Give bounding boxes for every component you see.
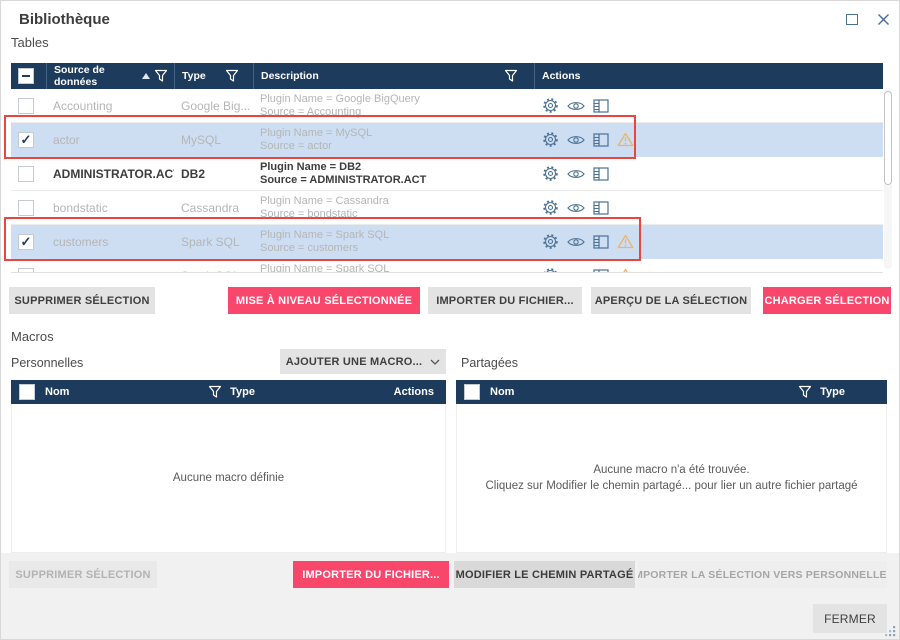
view-data-icon[interactable] xyxy=(593,200,609,215)
warning-triangle-icon xyxy=(617,234,634,249)
row-checkbox[interactable] xyxy=(18,267,34,272)
filter-funnel-icon[interactable] xyxy=(154,69,168,83)
table-header-row: Source de données Type Description Actio… xyxy=(11,63,883,89)
personal-macros-label: Personnelles xyxy=(11,356,84,370)
scrollbar-thumb[interactable] xyxy=(884,91,892,185)
preview-selection-button[interactable]: APERÇU DE LA SÉLECTION xyxy=(591,287,751,314)
tables-section-label: Tables xyxy=(11,35,49,50)
column-header-actions: Actions xyxy=(534,63,883,89)
close-button[interactable] xyxy=(872,10,894,28)
row-checkbox[interactable] xyxy=(18,233,34,250)
shared-macros-label: Partagées xyxy=(461,356,518,370)
preview-eye-icon[interactable] xyxy=(567,202,585,214)
table-row[interactable]: actor MySQL Plugin Name = MySQL Source =… xyxy=(11,123,883,157)
table-scrollbar[interactable] xyxy=(884,89,892,269)
select-all-checkbox[interactable] xyxy=(18,68,34,84)
column-header-source[interactable]: Source de données xyxy=(46,63,174,89)
maximize-icon xyxy=(846,13,858,25)
upgrade-selected-button[interactable]: MISE À NIVEAU SÉLECTIONNÉE xyxy=(228,287,420,314)
filter-funnel-icon[interactable] xyxy=(208,385,222,399)
personal-macros-empty-text: Aucune macro définie xyxy=(172,472,285,484)
sort-asc-icon[interactable] xyxy=(142,73,150,79)
table-row[interactable]: bondstatic Cassandra Plugin Name = Cassa… xyxy=(11,191,883,225)
page-title: Bibliothèque xyxy=(19,11,110,28)
personal-macros-body: Aucune macro définie xyxy=(11,404,446,553)
column-header-description[interactable]: Description xyxy=(253,63,534,89)
table-row[interactable]: customers Spark SQL Plugin Name = Spark … xyxy=(11,259,883,274)
shared-macros-empty-text: Aucune macro n'a été trouvée. Cliquez su… xyxy=(485,464,858,492)
settings-gear-icon[interactable] xyxy=(542,233,559,250)
filter-funnel-icon[interactable] xyxy=(504,69,518,83)
select-all-checkbox[interactable] xyxy=(19,384,35,400)
import-macro-file-button[interactable]: IMPORTER DU FICHIER... xyxy=(293,561,449,588)
chevron-down-icon xyxy=(430,359,440,365)
view-data-icon[interactable] xyxy=(593,132,609,147)
delete-macro-selection-button[interactable]: SUPPRIMER SÉLECTION xyxy=(9,561,157,588)
import-from-file-button[interactable]: IMPORTER DU FICHIER... xyxy=(428,287,582,314)
preview-eye-icon[interactable] xyxy=(567,168,585,180)
row-checkbox[interactable] xyxy=(18,131,34,148)
select-all-checkbox[interactable] xyxy=(464,384,480,400)
library-dialog: Bibliothèque Tables Source de données Ty… xyxy=(0,0,900,640)
view-data-icon[interactable] xyxy=(593,234,609,249)
warning-triangle-icon xyxy=(623,268,628,272)
column-header-type[interactable]: Type xyxy=(174,63,253,89)
preview-eye-icon[interactable] xyxy=(567,134,585,146)
preview-eye-icon[interactable] xyxy=(567,236,585,248)
macros-section-label: Macros xyxy=(11,329,54,344)
shared-macros-header: Nom Type xyxy=(456,380,887,404)
edit-shared-path-button[interactable]: MODIFIER LE CHEMIN PARTAGÉ xyxy=(454,561,635,588)
data-sources-table: Source de données Type Description Actio… xyxy=(11,63,883,273)
close-dialog-button[interactable]: FERMER xyxy=(813,604,887,633)
view-data-icon[interactable] xyxy=(593,166,609,181)
add-macro-button[interactable]: AJOUTER UNE MACRO... xyxy=(280,349,446,374)
settings-gear-icon[interactable] xyxy=(542,267,559,273)
maximize-button[interactable] xyxy=(841,10,863,28)
table-row[interactable]: ADMINISTRATOR.ACT DB2 Plugin Name = DB2 … xyxy=(11,157,883,191)
view-data-icon[interactable] xyxy=(593,98,609,113)
warning-triangle-icon xyxy=(617,132,634,147)
import-selection-to-personal-button[interactable]: IMPORTER LA SÉLECTION VERS PERSONNELLES xyxy=(638,561,887,588)
preview-eye-icon[interactable] xyxy=(567,100,585,112)
shared-macros-body: Aucune macro n'a été trouvée. Cliquez su… xyxy=(456,404,887,553)
view-data-icon[interactable] xyxy=(593,268,609,274)
personal-macros-header: Nom Type Actions xyxy=(11,380,446,404)
load-selection-button[interactable]: CHARGER SÉLECTION xyxy=(763,287,891,314)
delete-selection-button[interactable]: SUPPRIMER SÉLECTION xyxy=(9,287,155,314)
row-checkbox[interactable] xyxy=(18,199,34,216)
settings-gear-icon[interactable] xyxy=(542,97,559,114)
row-checkbox[interactable] xyxy=(18,97,34,114)
table-row[interactable]: customers Spark SQL Plugin Name = Spark … xyxy=(11,225,883,259)
resize-grip-icon[interactable] xyxy=(885,626,896,637)
settings-gear-icon[interactable] xyxy=(542,131,559,148)
filter-funnel-icon[interactable] xyxy=(225,69,239,83)
preview-eye-icon[interactable] xyxy=(567,270,585,274)
settings-gear-icon[interactable] xyxy=(542,199,559,216)
row-checkbox[interactable] xyxy=(18,165,34,182)
close-icon xyxy=(877,13,889,25)
table-row[interactable]: Accounting Google Big... Plugin Name = G… xyxy=(11,89,883,123)
filter-funnel-icon[interactable] xyxy=(798,385,812,399)
settings-gear-icon[interactable] xyxy=(542,165,559,182)
select-all-header-cell[interactable] xyxy=(11,63,46,89)
